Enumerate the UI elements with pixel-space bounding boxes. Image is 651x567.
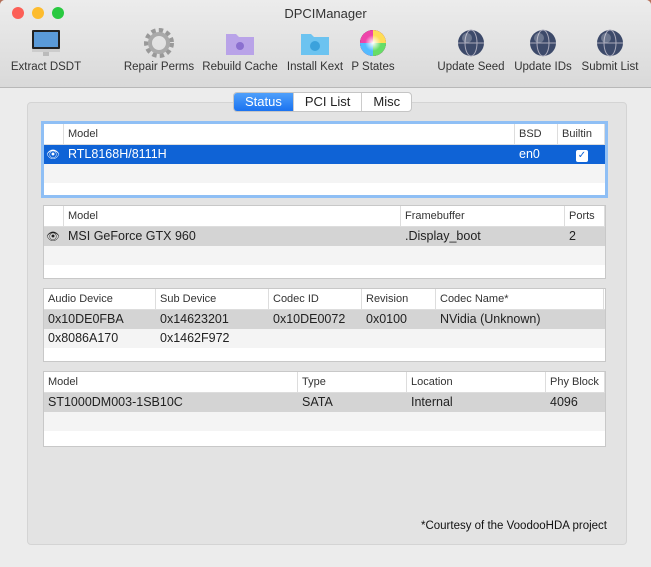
table-cell: 0x10DE0FBA bbox=[48, 312, 124, 326]
column-header[interactable]: Revision bbox=[362, 289, 436, 309]
app-window: DPCIManager Extract DSDT Repair Perms Rebu… bbox=[0, 0, 651, 567]
table-cell: 0x0100 bbox=[366, 312, 408, 326]
toolbar-button-rebuild-cache[interactable]: Rebuild Cache bbox=[199, 28, 281, 73]
column-header[interactable]: Codec Name* bbox=[436, 289, 604, 309]
tab-status[interactable]: Status bbox=[234, 93, 294, 111]
table-row bbox=[44, 246, 605, 265]
toolbar-button-extract-dsdt[interactable]: Extract DSDT bbox=[5, 28, 87, 73]
table-cell: en0 bbox=[519, 147, 540, 161]
column-header[interactable]: BSD bbox=[515, 124, 558, 144]
purple-folder-icon bbox=[224, 28, 256, 58]
table-cell bbox=[269, 329, 362, 348]
table-cell bbox=[362, 329, 436, 348]
toolbar: DPCIManager Extract DSDT Repair Perms Rebu… bbox=[0, 0, 651, 88]
table-header: Model Framebuffer Ports bbox=[44, 206, 605, 227]
blue-folder-icon bbox=[299, 28, 331, 58]
tab-pci-list[interactable]: PCI List bbox=[294, 93, 363, 111]
globe-icon bbox=[594, 28, 626, 58]
eye-icon[interactable]: 👁 bbox=[46, 146, 60, 165]
tab-bar: Status PCI List Misc bbox=[233, 92, 413, 112]
table-cell: MSI GeForce GTX 960 bbox=[68, 229, 196, 243]
table-row[interactable]: 0x8086A170 0x1462F972 bbox=[44, 329, 605, 348]
toolbar-button-repair-perms[interactable]: Repair Perms bbox=[118, 28, 200, 73]
column-header[interactable]: Type bbox=[298, 372, 407, 392]
column-header[interactable]: Model bbox=[64, 124, 515, 144]
globe-icon bbox=[455, 28, 487, 58]
toolbar-button-submit-list[interactable]: Submit List bbox=[569, 28, 651, 73]
table-row bbox=[44, 164, 605, 183]
table-cell: 4096 bbox=[550, 395, 578, 409]
network-table: Model BSD Builtin 👁 RTL8168H/8111H en0 ✓ bbox=[41, 121, 608, 198]
table-header: Model Type Location Phy Block bbox=[44, 372, 605, 393]
column-header[interactable]: Framebuffer bbox=[401, 206, 565, 226]
table-cell: 2 bbox=[569, 229, 576, 243]
table-row bbox=[44, 265, 605, 278]
imac-icon bbox=[30, 28, 62, 58]
table-row bbox=[44, 412, 605, 431]
table-cell bbox=[436, 329, 604, 348]
table-row bbox=[44, 183, 605, 195]
table-row[interactable]: 👁 RTL8168H/8111H en0 ✓ bbox=[44, 145, 605, 164]
table-cell: 0x1462F972 bbox=[160, 331, 230, 345]
column-header[interactable]: Sub Device bbox=[156, 289, 269, 309]
table-header: Audio Device Sub Device Codec ID Revision Co… bbox=[44, 289, 605, 310]
tab-misc[interactable]: Misc bbox=[362, 93, 411, 111]
table-cell: SATA bbox=[302, 395, 333, 409]
column-header[interactable]: Builtin bbox=[558, 124, 605, 144]
table-cell: 0x10DE0072 bbox=[273, 312, 346, 326]
builtin-checkbox[interactable]: ✓ bbox=[576, 150, 588, 162]
table-cell: RTL8168H/8111H bbox=[68, 147, 167, 161]
column-header[interactable]: Audio Device bbox=[44, 289, 156, 309]
window-title: DPCIManager bbox=[284, 6, 367, 21]
column-header[interactable]: Ports bbox=[565, 206, 605, 226]
table-row bbox=[44, 431, 605, 446]
table-cell: 0x8086A170 bbox=[48, 331, 119, 345]
table-cell: .Display_boot bbox=[405, 229, 481, 243]
table-cell: 0x14623201 bbox=[160, 312, 229, 326]
globe-icon bbox=[527, 28, 559, 58]
toolbar-button-update-seed[interactable]: Update Seed bbox=[430, 28, 512, 73]
table-row[interactable]: 0x10DE0FBA 0x14623201 0x10DE0072 0x0100 NVid… bbox=[44, 310, 605, 329]
color-wheel-icon bbox=[357, 28, 389, 58]
table-cell: ST1000DM003-1SB10C bbox=[48, 395, 183, 409]
footer-note: *Courtesy of the VoodooHDA project bbox=[420, 520, 607, 532]
gear-icon bbox=[143, 28, 175, 58]
eye-icon[interactable]: 👁 bbox=[46, 228, 60, 247]
graphics-table: Model Framebuffer Ports 👁 MSI GeForce GTX 96… bbox=[43, 205, 606, 279]
column-header[interactable]: Location bbox=[407, 372, 546, 392]
column-header[interactable]: Phy Block bbox=[546, 372, 605, 392]
table-row[interactable]: 👁 MSI GeForce GTX 960 .Display_boot 2 bbox=[44, 227, 605, 246]
audio-table: Audio Device Sub Device Codec ID Revision Co… bbox=[43, 288, 606, 362]
table-header: Model BSD Builtin bbox=[44, 124, 605, 145]
column-header[interactable]: Codec ID bbox=[269, 289, 362, 309]
table-cell: Internal bbox=[411, 395, 453, 409]
column-header[interactable]: Model bbox=[44, 372, 298, 392]
table-row bbox=[44, 348, 605, 361]
storage-table: Model Type Location Phy Block ST1000DM003-1S… bbox=[43, 371, 606, 447]
table-row[interactable]: ST1000DM003-1SB10C SATA Internal 4096 bbox=[44, 393, 605, 412]
column-header[interactable]: Model bbox=[64, 206, 401, 226]
toolbar-button-p-states[interactable]: P States bbox=[332, 28, 414, 73]
table-cell: NVidia (Unknown) bbox=[440, 312, 541, 326]
